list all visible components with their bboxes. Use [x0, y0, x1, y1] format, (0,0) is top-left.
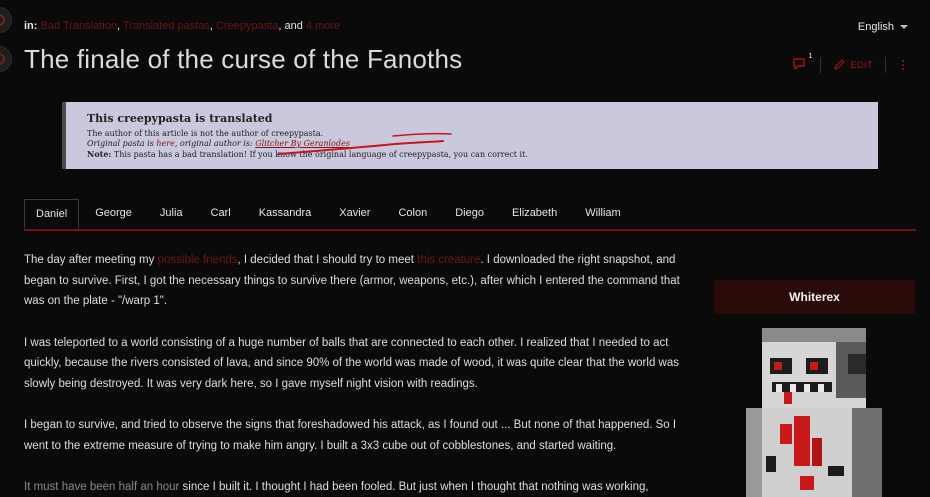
tab-kassandra[interactable]: Kassandra [246, 199, 324, 226]
tab-carl[interactable]: Carl [198, 199, 243, 226]
tab-julia[interactable]: Julia [147, 199, 195, 226]
edit-button[interactable]: EDIT [833, 59, 873, 71]
notice-line: Original pasta is here, original author … [87, 139, 878, 149]
notice-line: Note: This pasta has a bad translation! … [87, 149, 878, 160]
character-tabs: Daniel George Julia Carl Kassandra Xavie… [24, 199, 916, 231]
rail-toggle-button[interactable] [0, 7, 12, 33]
article-text: The day after meeting my [24, 254, 158, 266]
comments-button[interactable]: 1 [792, 53, 812, 73]
left-rail [0, 0, 14, 497]
categories-prefix: in: [24, 20, 38, 32]
notice-text: Original pasta is [87, 139, 157, 148]
possible-friends-link[interactable]: possible friends [158, 254, 238, 266]
category-link[interactable]: Translated pastas [123, 20, 210, 32]
divider [885, 57, 886, 73]
category-link[interactable]: Creepypasta [216, 20, 278, 32]
infobox-title: Whiterex [714, 280, 915, 314]
page-title: The finale of the curse of the Fanoths [24, 44, 463, 74]
pencil-icon [834, 59, 846, 70]
tab-xavier[interactable]: Xavier [327, 199, 383, 226]
kebab-dot-icon [902, 68, 904, 70]
categories-join: , and [278, 20, 306, 32]
kebab-dot-icon [902, 60, 904, 62]
chevron-down-icon [900, 25, 908, 29]
rail-action-button[interactable] [0, 46, 12, 72]
comment-count-badge: 1 [808, 53, 813, 60]
page-actions: 1 EDIT [792, 53, 908, 73]
comment-icon [793, 58, 806, 70]
edit-label: EDIT [850, 60, 873, 70]
article-paragraph: The day after meeting my possible friend… [24, 250, 700, 312]
article-text: since I built it. I thought I had been f… [179, 481, 649, 493]
kebab-dot-icon [902, 64, 904, 66]
article-paragraph: It must have been half an hour since I b… [24, 477, 700, 497]
character-infobox: Whiterex [714, 280, 915, 497]
circle-icon [0, 53, 5, 65]
original-pasta-link[interactable]: here [156, 139, 174, 148]
translation-notice: This creepypasta is translated The autho… [62, 102, 878, 169]
circle-icon [0, 14, 5, 26]
more-categories-link[interactable]: 4 more [306, 20, 340, 32]
pixel-character-portrait [746, 328, 882, 497]
article-paragraph: I began to survive, and tried to observe… [24, 419, 677, 452]
red-scribble-mark [278, 132, 452, 155]
category-list: in: Bad Translation, Translated pastas, … [24, 20, 341, 32]
more-actions-button[interactable] [898, 60, 908, 70]
notice-text: , original author is: [174, 139, 256, 148]
notice-line: The author of this article is not the au… [87, 129, 324, 138]
language-selector[interactable]: English [858, 21, 908, 33]
notice-heading: This creepypasta is translated [87, 112, 273, 125]
divider [820, 57, 822, 73]
tab-george[interactable]: George [83, 199, 144, 226]
article-paragraph: I was teleported to a world consisting o… [24, 336, 679, 390]
language-label: English [857, 21, 894, 33]
this-creature-link[interactable]: this creature [417, 254, 480, 266]
tab-william[interactable]: William [573, 199, 633, 226]
tab-colon[interactable]: Colon [386, 199, 440, 226]
article-text: It must have been half an hour [24, 481, 180, 493]
category-link[interactable]: Bad Translation [41, 20, 117, 32]
article-body: The day after meeting my possible friend… [24, 250, 700, 497]
notice-note-label: Note: [87, 149, 112, 159]
tab-elizabeth[interactable]: Elizabeth [499, 199, 570, 226]
tab-daniel[interactable]: Daniel [24, 199, 80, 229]
tab-diego[interactable]: Diego [443, 199, 496, 226]
article-text: , I decided that I should try to meet [237, 254, 418, 266]
